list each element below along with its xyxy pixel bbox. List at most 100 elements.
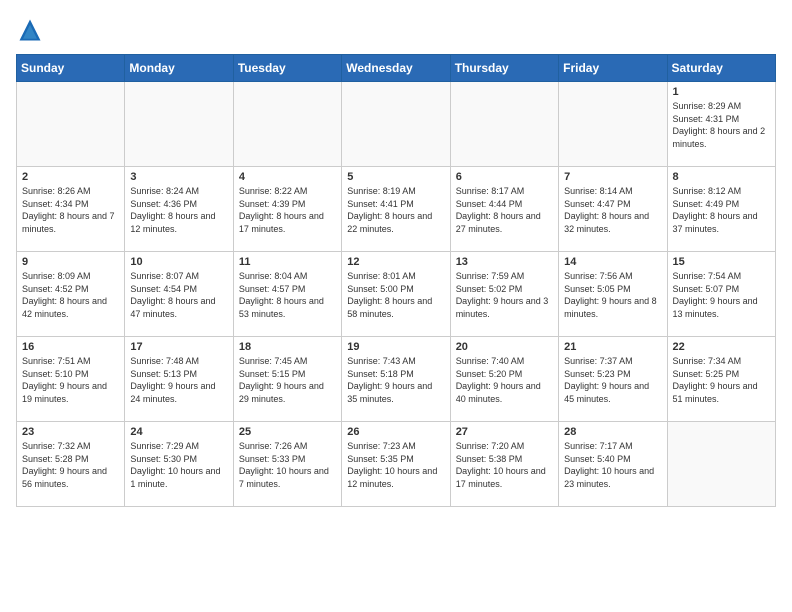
calendar-cell: 25 Sunrise: 7:26 AM Sunset: 5:33 PM Dayli… [233,422,341,507]
calendar-cell: 5 Sunrise: 8:19 AM Sunset: 4:41 PM Daylig… [342,167,450,252]
calendar-cell: 26 Sunrise: 7:23 AM Sunset: 5:35 PM Dayli… [342,422,450,507]
calendar-cell: 7 Sunrise: 8:14 AM Sunset: 4:47 PM Daylig… [559,167,667,252]
calendar-cell: 13 Sunrise: 7:59 AM Sunset: 5:02 PM Dayli… [450,252,558,337]
day-info: Sunrise: 7:34 AM Sunset: 5:25 PM Dayligh… [673,355,770,405]
day-number: 18 [239,341,336,353]
calendar-cell [667,422,775,507]
calendar-cell: 6 Sunrise: 8:17 AM Sunset: 4:44 PM Daylig… [450,167,558,252]
weekday-header: Saturday [667,55,775,82]
day-number: 21 [564,341,661,353]
weekday-header: Thursday [450,55,558,82]
day-number: 2 [22,171,119,183]
calendar-cell: 27 Sunrise: 7:20 AM Sunset: 5:38 PM Dayli… [450,422,558,507]
weekday-header: Tuesday [233,55,341,82]
calendar-cell: 12 Sunrise: 8:01 AM Sunset: 5:00 PM Dayli… [342,252,450,337]
calendar-cell: 9 Sunrise: 8:09 AM Sunset: 4:52 PM Daylig… [17,252,125,337]
day-info: Sunrise: 8:24 AM Sunset: 4:36 PM Dayligh… [130,185,227,235]
day-info: Sunrise: 7:48 AM Sunset: 5:13 PM Dayligh… [130,355,227,405]
day-number: 8 [673,171,770,183]
calendar-cell: 21 Sunrise: 7:37 AM Sunset: 5:23 PM Dayli… [559,337,667,422]
day-number: 6 [456,171,553,183]
day-number: 23 [22,426,119,438]
calendar-cell: 3 Sunrise: 8:24 AM Sunset: 4:36 PM Daylig… [125,167,233,252]
day-info: Sunrise: 8:14 AM Sunset: 4:47 PM Dayligh… [564,185,661,235]
calendar-cell [559,82,667,167]
day-number: 7 [564,171,661,183]
calendar-cell [342,82,450,167]
day-number: 20 [456,341,553,353]
calendar-cell: 19 Sunrise: 7:43 AM Sunset: 5:18 PM Dayli… [342,337,450,422]
day-number: 9 [22,256,119,268]
weekday-header-row: SundayMondayTuesdayWednesdayThursdayFrid… [17,55,776,82]
calendar-week-row: 2 Sunrise: 8:26 AM Sunset: 4:34 PM Daylig… [17,167,776,252]
day-info: Sunrise: 7:40 AM Sunset: 5:20 PM Dayligh… [456,355,553,405]
calendar-week-row: 23 Sunrise: 7:32 AM Sunset: 5:28 PM Dayli… [17,422,776,507]
day-number: 12 [347,256,444,268]
day-number: 16 [22,341,119,353]
calendar-cell: 17 Sunrise: 7:48 AM Sunset: 5:13 PM Dayli… [125,337,233,422]
day-info: Sunrise: 7:20 AM Sunset: 5:38 PM Dayligh… [456,440,553,490]
calendar-cell: 20 Sunrise: 7:40 AM Sunset: 5:20 PM Dayli… [450,337,558,422]
day-info: Sunrise: 8:01 AM Sunset: 5:00 PM Dayligh… [347,270,444,320]
calendar-cell: 4Sunrise: 8:22 AM Sunset: 4:39 PM Daylig… [233,167,341,252]
day-info: Sunrise: 8:07 AM Sunset: 4:54 PM Dayligh… [130,270,227,320]
calendar-cell: 11Sunrise: 8:04 AM Sunset: 4:57 PM Dayli… [233,252,341,337]
day-number: 26 [347,426,444,438]
day-number: 1 [673,86,770,98]
day-info: Sunrise: 7:23 AM Sunset: 5:35 PM Dayligh… [347,440,444,490]
calendar-cell [125,82,233,167]
calendar-cell [17,82,125,167]
calendar-cell: 8 Sunrise: 8:12 AM Sunset: 4:49 PM Daylig… [667,167,775,252]
day-info: Sunrise: 8:29 AM Sunset: 4:31 PM Dayligh… [673,100,770,150]
calendar-cell: 15Sunrise: 7:54 AM Sunset: 5:07 PM Dayli… [667,252,775,337]
day-number: 24 [130,426,227,438]
day-info: Sunrise: 8:12 AM Sunset: 4:49 PM Dayligh… [673,185,770,235]
day-info: Sunrise: 7:56 AM Sunset: 5:05 PM Dayligh… [564,270,661,320]
logo [16,16,48,44]
calendar-cell: 2 Sunrise: 8:26 AM Sunset: 4:34 PM Daylig… [17,167,125,252]
weekday-header: Wednesday [342,55,450,82]
day-info: Sunrise: 8:17 AM Sunset: 4:44 PM Dayligh… [456,185,553,235]
day-info: Sunrise: 8:04 AM Sunset: 4:57 PM Dayligh… [239,270,336,320]
day-number: 17 [130,341,227,353]
day-info: Sunrise: 7:51 AM Sunset: 5:10 PM Dayligh… [22,355,119,405]
day-info: Sunrise: 8:09 AM Sunset: 4:52 PM Dayligh… [22,270,119,320]
calendar-cell [450,82,558,167]
weekday-header: Sunday [17,55,125,82]
day-info: Sunrise: 7:43 AM Sunset: 5:18 PM Dayligh… [347,355,444,405]
calendar-cell: 28Sunrise: 7:17 AM Sunset: 5:40 PM Dayli… [559,422,667,507]
weekday-header: Monday [125,55,233,82]
day-number: 10 [130,256,227,268]
logo-icon [16,16,44,44]
calendar-cell: 14 Sunrise: 7:56 AM Sunset: 5:05 PM Dayli… [559,252,667,337]
page-header [16,16,776,44]
day-info: Sunrise: 7:26 AM Sunset: 5:33 PM Dayligh… [239,440,336,490]
calendar-cell: 24 Sunrise: 7:29 AM Sunset: 5:30 PM Dayli… [125,422,233,507]
calendar-week-row: 9 Sunrise: 8:09 AM Sunset: 4:52 PM Daylig… [17,252,776,337]
day-number: 3 [130,171,227,183]
calendar-week-row: 1 Sunrise: 8:29 AM Sunset: 4:31 PM Daylig… [17,82,776,167]
calendar-cell [233,82,341,167]
calendar-cell: 22 Sunrise: 7:34 AM Sunset: 5:25 PM Dayli… [667,337,775,422]
calendar-cell: 18 Sunrise: 7:45 AM Sunset: 5:15 PM Dayli… [233,337,341,422]
calendar-cell: 1 Sunrise: 8:29 AM Sunset: 4:31 PM Daylig… [667,82,775,167]
day-number: 14 [564,256,661,268]
day-number: 28 [564,426,661,438]
day-info: Sunrise: 7:37 AM Sunset: 5:23 PM Dayligh… [564,355,661,405]
weekday-header: Friday [559,55,667,82]
day-info: Sunrise: 7:45 AM Sunset: 5:15 PM Dayligh… [239,355,336,405]
day-info: Sunrise: 7:59 AM Sunset: 5:02 PM Dayligh… [456,270,553,320]
day-number: 22 [673,341,770,353]
day-number: 25 [239,426,336,438]
day-info: Sunrise: 7:29 AM Sunset: 5:30 PM Dayligh… [130,440,227,490]
calendar-cell: 10 Sunrise: 8:07 AM Sunset: 4:54 PM Dayli… [125,252,233,337]
day-number: 15 [673,256,770,268]
day-number: 27 [456,426,553,438]
day-number: 19 [347,341,444,353]
day-number: 13 [456,256,553,268]
day-info: Sunrise: 8:19 AM Sunset: 4:41 PM Dayligh… [347,185,444,235]
day-info: Sunrise: 7:32 AM Sunset: 5:28 PM Dayligh… [22,440,119,490]
day-info: Sunrise: 8:26 AM Sunset: 4:34 PM Dayligh… [22,185,119,235]
calendar-cell: 23 Sunrise: 7:32 AM Sunset: 5:28 PM Dayli… [17,422,125,507]
day-number: 5 [347,171,444,183]
